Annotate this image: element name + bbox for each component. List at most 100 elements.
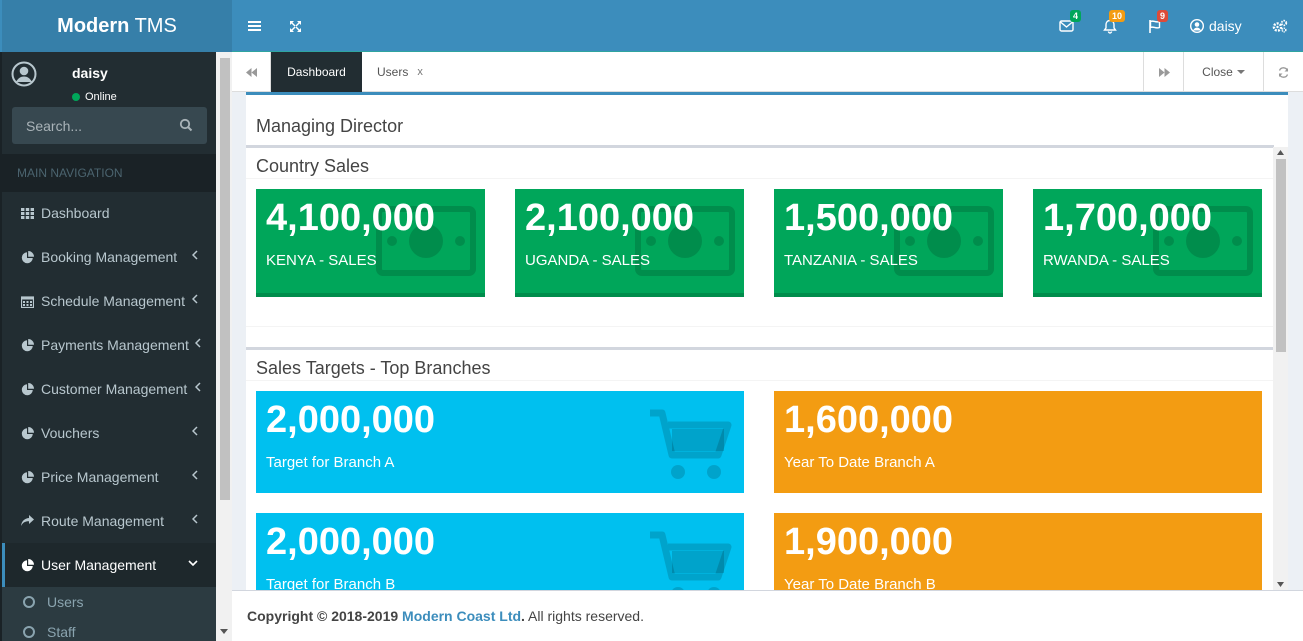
sidebar-item-payments-management[interactable]: Payments Management	[2, 323, 216, 367]
shopping-cart-icon	[650, 409, 732, 479]
tile-value: 4,100,000	[266, 197, 436, 239]
sidebar-item-booking-management[interactable]: Booking Management	[2, 235, 216, 279]
sidebar-item-vouchers[interactable]: Vouchers	[2, 411, 216, 455]
header-username: daisy	[1209, 18, 1242, 34]
submenu-item-staff[interactable]: Staff	[2, 617, 216, 641]
caret-down-icon	[1236, 70, 1245, 74]
branch-a-ytd-tile[interactable]: 1,600,000 Year To Date Branch A	[774, 391, 1262, 493]
page-footer: Copyright © 2018-2019 Modern Coast Ltd. …	[232, 590, 1303, 641]
rwanda-sales-tile[interactable]: 1,700,000 RWANDA - SALES	[1033, 189, 1262, 297]
chevron-left-icon	[192, 294, 198, 304]
pie-chart-icon	[19, 249, 35, 265]
tab-bar: Dashboard Users x Close	[232, 52, 1303, 92]
tile-value: 2,100,000	[525, 197, 695, 239]
sidebar-search	[12, 107, 207, 144]
branch-b-target-tile[interactable]: 2,000,000 Target for Branch B	[256, 513, 744, 590]
user-menu[interactable]: daisy	[1190, 0, 1242, 52]
tile-footer	[515, 293, 744, 297]
scroll-down-arrow-icon[interactable]	[220, 629, 228, 634]
calendar-icon	[19, 293, 35, 309]
tile-label: Year To Date Branch B	[784, 576, 936, 590]
tile-label: Year To Date Branch A	[784, 454, 935, 471]
sidebar-item-schedule-management[interactable]: Schedule Management	[2, 279, 216, 323]
search-input[interactable]	[12, 107, 172, 144]
top-header: Modern TMS 4 10 9 daisy	[0, 0, 1303, 52]
avatar	[11, 61, 37, 87]
settings-button[interactable]	[1265, 0, 1295, 52]
refresh-button[interactable]	[1263, 52, 1303, 92]
app-logo[interactable]: Modern TMS	[2, 0, 232, 52]
status-dot-icon	[72, 93, 80, 101]
sidebar-item-label: Route Management	[41, 513, 164, 529]
sidebar-item-price-management[interactable]: Price Management	[2, 455, 216, 499]
forward-icon	[1158, 67, 1170, 77]
section-divider	[246, 380, 1274, 381]
pie-chart-icon	[19, 469, 35, 485]
user-management-submenu: Users Staff	[2, 587, 216, 641]
share-icon	[19, 513, 35, 529]
chevron-left-icon	[195, 338, 201, 348]
tab-close-icon[interactable]: x	[417, 66, 423, 78]
rights-text: All rights reserved.	[524, 608, 644, 624]
tanzania-sales-tile[interactable]: 1,500,000 TANZANIA - SALES	[774, 189, 1003, 297]
tab-dashboard[interactable]: Dashboard	[271, 52, 362, 92]
submenu-item-users[interactable]: Users	[2, 587, 216, 617]
close-label: Close	[1202, 65, 1233, 79]
tab-scroll-left-button[interactable]	[232, 52, 271, 92]
company-link[interactable]: Modern Coast Ltd	[402, 608, 521, 624]
sidebar-item-label: Customer Management	[41, 381, 188, 397]
search-icon[interactable]	[179, 118, 193, 132]
user-circle-icon	[1190, 19, 1204, 33]
tile-value: 2,000,000	[266, 521, 436, 563]
notifications-button[interactable]: 10	[1095, 0, 1126, 52]
section-bottom-line	[246, 326, 1274, 327]
copyright-text: Copyright © 2018-2019	[247, 608, 403, 624]
tile-label: Target for Branch A	[266, 454, 395, 471]
tab-scroll-right-button[interactable]	[1143, 52, 1184, 92]
page-title: Managing Director	[256, 116, 404, 136]
tab-label: Users	[377, 65, 409, 79]
tile-label: Target for Branch B	[266, 576, 396, 590]
sidebar-toggle-button[interactable]	[236, 0, 272, 52]
tile-label: TANZANIA - SALES	[784, 252, 918, 269]
online-status: Online	[72, 91, 117, 101]
messages-badge: 4	[1070, 10, 1082, 22]
tile-footer	[1033, 293, 1262, 297]
sidebar-scrollbar-thumb[interactable]	[220, 58, 230, 500]
tile-footer	[774, 293, 1003, 297]
branch-b-ytd-tile[interactable]: 1,900,000 Year To Date Branch B	[774, 513, 1262, 590]
sidebar-item-dashboard[interactable]: Dashboard	[2, 191, 216, 235]
close-tabs-dropdown[interactable]: Close	[1183, 52, 1263, 92]
sidebar-item-customer-management[interactable]: Customer Management	[2, 367, 216, 411]
tasks-badge: 9	[1157, 10, 1169, 22]
chevron-left-icon	[192, 470, 198, 480]
scroll-down-arrow-icon[interactable]	[1277, 582, 1284, 587]
scroll-up-arrow-icon[interactable]	[1277, 150, 1284, 155]
arrows-expand-icon	[289, 20, 301, 32]
tile-value: 1,900,000	[784, 521, 954, 563]
dashboard-box: Managing Director Country Sales 4,100,00…	[246, 92, 1288, 590]
pie-chart-icon	[19, 337, 35, 353]
sidebar-item-label: Price Management	[41, 469, 159, 485]
sidebar-item-route-management[interactable]: Route Management	[2, 499, 216, 543]
section-divider	[246, 178, 1274, 179]
chevron-left-icon	[192, 514, 198, 524]
uganda-sales-tile[interactable]: 2,100,000 UGANDA - SALES	[515, 189, 744, 297]
messages-button[interactable]: 4	[1051, 0, 1082, 52]
sidebar-item-label: Dashboard	[41, 205, 110, 221]
content-scrollbar-thumb[interactable]	[1276, 159, 1286, 352]
content-area: Managing Director Country Sales 4,100,00…	[232, 92, 1303, 590]
fullscreen-button[interactable]	[277, 0, 313, 52]
branch-a-target-tile[interactable]: 2,000,000 Target for Branch A	[256, 391, 744, 493]
kenya-sales-tile[interactable]: 4,100,000 KENYA - SALES	[256, 189, 485, 297]
sidebar: daisy Online MAIN NAVIGATION Dashboard B…	[2, 52, 216, 641]
sidebar-item-label: Payments Management	[41, 337, 189, 353]
tab-users[interactable]: Users x	[377, 52, 423, 92]
sidebar-item-user-management[interactable]: User Management	[2, 543, 216, 587]
sales-targets-section: Sales Targets - Top Branches 2,000,000 T…	[246, 347, 1274, 590]
tasks-button[interactable]: 9	[1140, 0, 1170, 52]
tab-label: Dashboard	[287, 65, 346, 79]
tile-value: 1,700,000	[1043, 197, 1213, 239]
tile-value: 1,500,000	[784, 197, 954, 239]
pie-chart-icon	[19, 381, 35, 397]
